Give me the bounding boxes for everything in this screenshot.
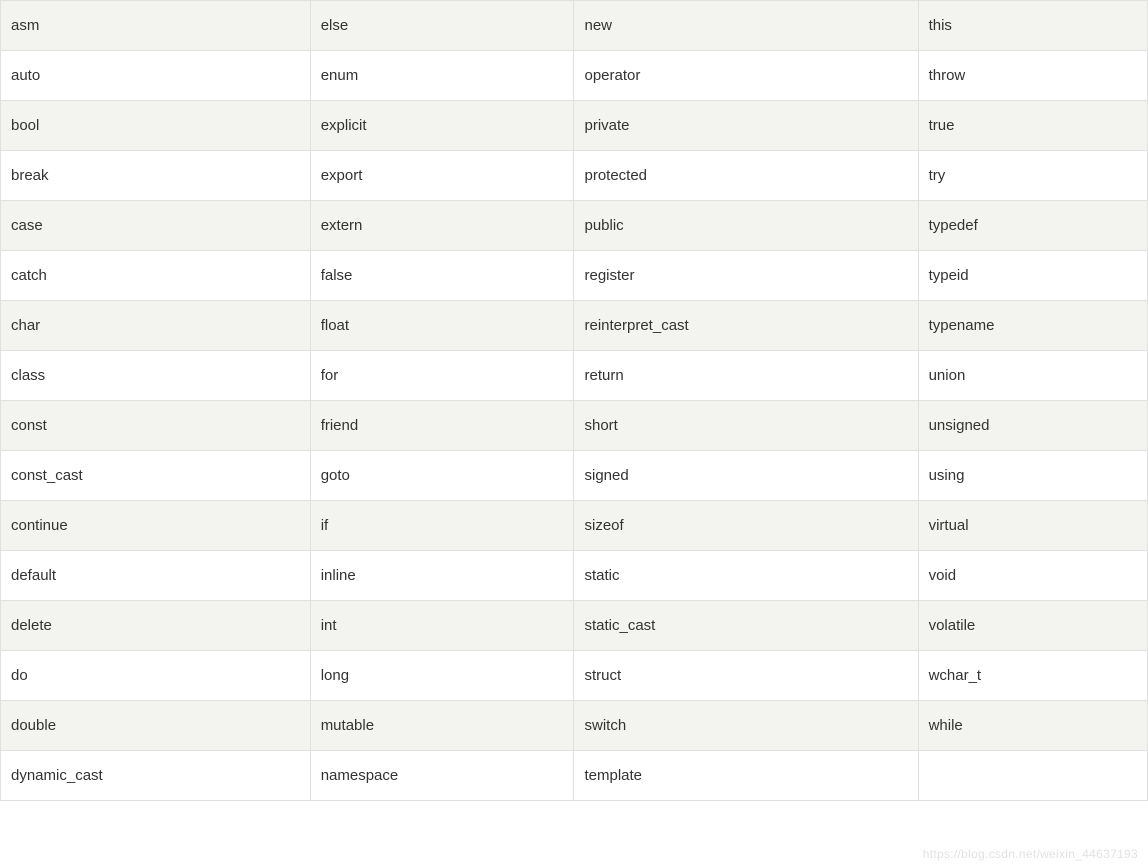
table-row: class for return union	[1, 351, 1148, 401]
watermark-text: https://blog.csdn.net/weixin_44637193	[923, 847, 1138, 861]
keyword-cell: reinterpret_cast	[574, 301, 918, 351]
keyword-cell: true	[918, 101, 1147, 151]
keyword-cell: int	[310, 601, 574, 651]
keyword-cell: operator	[574, 51, 918, 101]
keyword-cell: for	[310, 351, 574, 401]
keyword-cell: do	[1, 651, 311, 701]
keyword-cell: mutable	[310, 701, 574, 751]
keyword-cell: continue	[1, 501, 311, 551]
keyword-cell: bool	[1, 101, 311, 151]
keyword-cell: protected	[574, 151, 918, 201]
keyword-cell: default	[1, 551, 311, 601]
keywords-table: asm else new this auto enum operator thr…	[0, 0, 1148, 801]
table-row: break export protected try	[1, 151, 1148, 201]
keyword-cell: delete	[1, 601, 311, 651]
keywords-table-body: asm else new this auto enum operator thr…	[1, 1, 1148, 801]
keyword-cell: public	[574, 201, 918, 251]
keyword-cell: case	[1, 201, 311, 251]
keyword-cell: unsigned	[918, 401, 1147, 451]
keyword-cell: namespace	[310, 751, 574, 801]
keyword-cell: signed	[574, 451, 918, 501]
table-row: default inline static void	[1, 551, 1148, 601]
table-row: do long struct wchar_t	[1, 651, 1148, 701]
table-row: auto enum operator throw	[1, 51, 1148, 101]
keyword-cell: static_cast	[574, 601, 918, 651]
keyword-cell: inline	[310, 551, 574, 601]
keyword-cell: typedef	[918, 201, 1147, 251]
keyword-cell: struct	[574, 651, 918, 701]
keyword-cell: throw	[918, 51, 1147, 101]
table-row: catch false register typeid	[1, 251, 1148, 301]
keyword-cell: if	[310, 501, 574, 551]
table-row: double mutable switch while	[1, 701, 1148, 751]
keyword-cell: false	[310, 251, 574, 301]
table-row: continue if sizeof virtual	[1, 501, 1148, 551]
keyword-cell: template	[574, 751, 918, 801]
keyword-cell: typename	[918, 301, 1147, 351]
keyword-cell: const	[1, 401, 311, 451]
keyword-cell: double	[1, 701, 311, 751]
keyword-cell: float	[310, 301, 574, 351]
keyword-cell: const_cast	[1, 451, 311, 501]
table-row: char float reinterpret_cast typename	[1, 301, 1148, 351]
keyword-cell: char	[1, 301, 311, 351]
keyword-cell: virtual	[918, 501, 1147, 551]
keyword-cell: friend	[310, 401, 574, 451]
keyword-cell: wchar_t	[918, 651, 1147, 701]
table-row: const friend short unsigned	[1, 401, 1148, 451]
keyword-cell: catch	[1, 251, 311, 301]
keyword-cell: extern	[310, 201, 574, 251]
keyword-cell: explicit	[310, 101, 574, 151]
table-row: case extern public typedef	[1, 201, 1148, 251]
table-row: bool explicit private true	[1, 101, 1148, 151]
keyword-cell: try	[918, 151, 1147, 201]
keyword-cell: asm	[1, 1, 311, 51]
table-row: dynamic_cast namespace template	[1, 751, 1148, 801]
keyword-cell: using	[918, 451, 1147, 501]
keyword-cell: private	[574, 101, 918, 151]
keyword-cell: enum	[310, 51, 574, 101]
keyword-cell: long	[310, 651, 574, 701]
keyword-cell: return	[574, 351, 918, 401]
keyword-cell: export	[310, 151, 574, 201]
keyword-cell: switch	[574, 701, 918, 751]
keyword-cell: volatile	[918, 601, 1147, 651]
table-row: asm else new this	[1, 1, 1148, 51]
keyword-cell: register	[574, 251, 918, 301]
keyword-cell: union	[918, 351, 1147, 401]
keyword-cell: typeid	[918, 251, 1147, 301]
keyword-cell: sizeof	[574, 501, 918, 551]
keyword-cell: new	[574, 1, 918, 51]
keyword-cell: break	[1, 151, 311, 201]
keyword-cell: void	[918, 551, 1147, 601]
keyword-cell: else	[310, 1, 574, 51]
keyword-cell: auto	[1, 51, 311, 101]
keyword-cell: this	[918, 1, 1147, 51]
keyword-cell: static	[574, 551, 918, 601]
table-row: const_cast goto signed using	[1, 451, 1148, 501]
keyword-cell: dynamic_cast	[1, 751, 311, 801]
keyword-cell: class	[1, 351, 311, 401]
keyword-cell: goto	[310, 451, 574, 501]
table-row: delete int static_cast volatile	[1, 601, 1148, 651]
keyword-cell	[918, 751, 1147, 801]
keyword-cell: short	[574, 401, 918, 451]
keyword-cell: while	[918, 701, 1147, 751]
